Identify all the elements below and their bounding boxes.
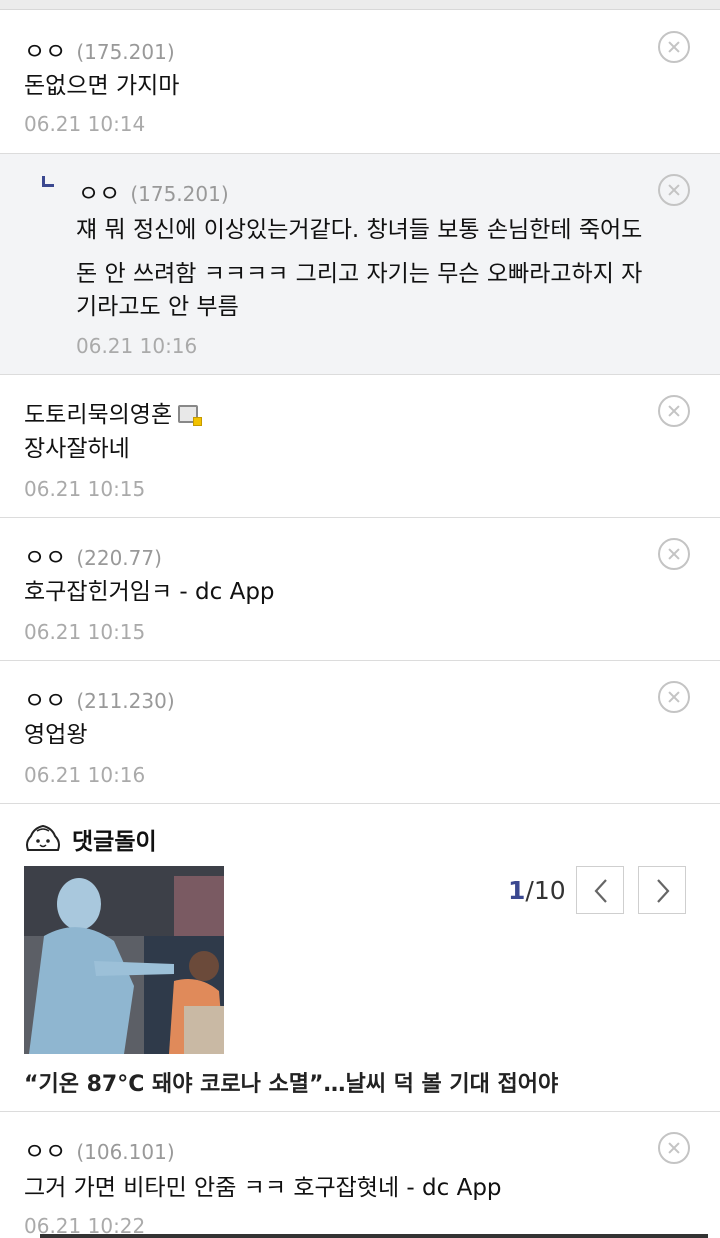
comment-text: 영업왕 — [24, 722, 88, 748]
comment-date: 06.21 10:16 — [24, 763, 146, 787]
close-circle-icon[interactable] — [658, 681, 690, 713]
comment-author[interactable]: 도토리묵의영혼 — [24, 395, 203, 429]
comment-ip: (220.77) — [76, 546, 162, 570]
chevron-right-icon — [657, 879, 670, 903]
top-bar — [0, 0, 720, 10]
close-circle-icon[interactable] — [658, 1132, 690, 1164]
comment-text: 호구잡힌거임ㅋ - dc App — [24, 579, 275, 605]
comment-date: 06.21 10:15 — [24, 477, 146, 501]
comment-author[interactable]: ㅇㅇ (175.201) — [78, 174, 229, 208]
news-headline-link[interactable]: “기온 87°C 돼야 코로나 소멸”…날씨 덕 볼 기대 접어야 — [24, 1066, 558, 1098]
comment-date: 06.21 10:15 — [24, 620, 146, 644]
comment-item: 도토리묵의영혼 장사잘하네 06.21 10:15 — [0, 375, 720, 518]
comment-author[interactable]: ㅇㅇ (175.201) — [24, 32, 175, 66]
pager-current: 1 — [508, 876, 526, 905]
next-button[interactable] — [638, 866, 686, 914]
comment-item: ㅇㅇ (175.201) 돈없으면 가지마 06.21 10:14 — [0, 10, 720, 154]
comment-item: ㅇㅇ (211.230) 영업왕 06.21 10:16 — [0, 661, 720, 804]
comment-ip: (175.201) — [130, 182, 229, 206]
comment-ip: (175.201) — [76, 40, 175, 64]
reply-comment-item: ㅇㅇ (175.201) 쟤 뭐 정신에 이상있는거같다. 창녀들 보통 손님한테… — [0, 154, 720, 375]
comment-text: 돈없으면 가지마 — [24, 73, 180, 99]
close-circle-icon[interactable] — [658, 538, 690, 570]
comment-date: 06.21 10:16 — [76, 334, 198, 358]
gallery-member-icon — [178, 405, 203, 426]
dotgul-recommendation: 댓글돌이 1/10 “기온 87°C 돼야 코로나 소멸”…날씨 덕 볼 기대 … — [0, 804, 720, 1112]
bottom-edge-strip — [40, 1234, 708, 1238]
comment-text-line: 쟤 뭐 정신에 이상있는거같다. 창녀들 보통 손님한테 죽어도 — [76, 217, 643, 243]
comment-item: ㅇㅇ (106.101) 그거 가면 비타민 안줌 ㅋㅋ 호구잡혓네 - dc A… — [0, 1112, 720, 1238]
comment-author[interactable]: ㅇㅇ (106.101) — [24, 1132, 175, 1166]
dotgul-title: 댓글돌이 — [72, 829, 157, 855]
reply-arrow-icon — [42, 176, 54, 187]
pager-total: /10 — [525, 876, 566, 905]
comment-author[interactable]: ㅇㅇ (220.77) — [24, 538, 162, 572]
dotgul-mascot-icon — [26, 824, 60, 851]
comment-ip: (211.230) — [76, 689, 175, 713]
prev-button[interactable] — [576, 866, 624, 914]
comment-item: ㅇㅇ (220.77) 호구잡힌거임ㅋ - dc App 06.21 10:15 — [0, 518, 720, 661]
close-circle-icon[interactable] — [658, 31, 690, 63]
pager-indicator: 1/10 — [508, 876, 566, 905]
comment-ip: (106.101) — [76, 1140, 175, 1164]
comment-text-line: 기라고도 안 부름 — [76, 294, 239, 320]
chevron-left-icon — [594, 879, 607, 903]
comment-date: 06.21 10:14 — [24, 112, 146, 136]
comment-text: 그거 가면 비타민 안줌 ㅋㅋ 호구잡혓네 - dc App — [24, 1175, 502, 1201]
news-thumbnail[interactable] — [24, 866, 224, 1054]
close-circle-icon[interactable] — [658, 174, 690, 206]
comment-text: 장사잘하네 — [24, 436, 130, 462]
close-circle-icon[interactable] — [658, 395, 690, 427]
comment-author[interactable]: ㅇㅇ (211.230) — [24, 681, 175, 715]
